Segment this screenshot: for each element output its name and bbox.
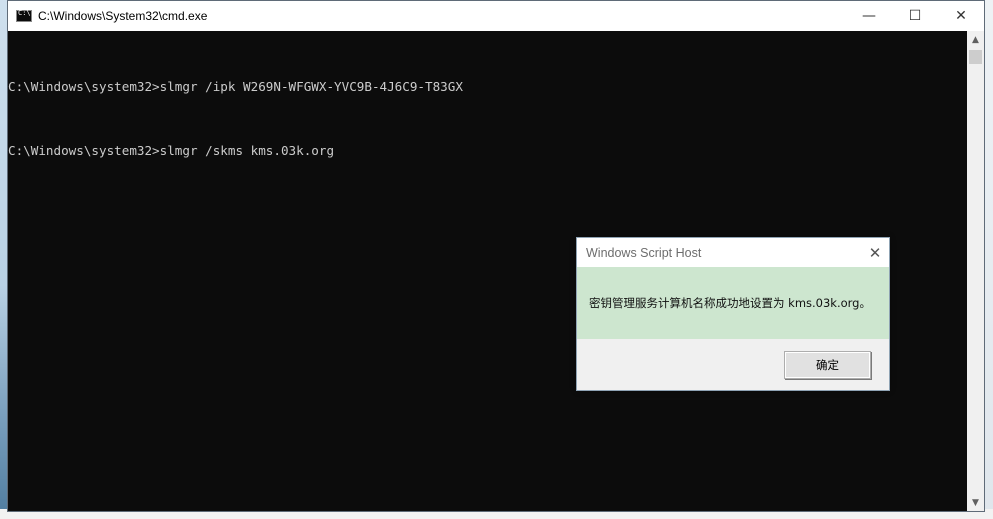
desktop-background-right <box>984 0 993 519</box>
dialog-title: Windows Script Host <box>586 245 702 260</box>
terminal-icon[interactable] <box>16 9 32 22</box>
dialog-message: 密钥管理服务计算机名称成功地设置为 kms.03k.org。 <box>589 296 871 310</box>
dialog-title-bar[interactable]: Windows Script Host ✕ <box>577 238 889 267</box>
window-title: C:\Windows\System32\cmd.exe <box>38 9 208 23</box>
script-host-dialog: Windows Script Host ✕ 密钥管理服务计算机名称成功地设置为 … <box>576 237 890 391</box>
chevron-down-icon[interactable]: ▼ <box>967 494 984 511</box>
scroll-thumb[interactable] <box>969 50 982 64</box>
ok-button[interactable]: 确定 <box>784 351 871 379</box>
close-button[interactable]: ✕ <box>938 1 984 31</box>
maximize-button[interactable]: ☐ <box>892 1 938 31</box>
chevron-up-icon[interactable]: ▲ <box>967 31 984 48</box>
dialog-message-area: 密钥管理服务计算机名称成功地设置为 kms.03k.org。 <box>577 267 889 339</box>
dialog-close-button[interactable]: ✕ <box>861 238 889 267</box>
minimize-button[interactable]: — <box>846 1 892 31</box>
console-line: C:\Windows\system32>slmgr /skms kms.03k.… <box>8 143 335 158</box>
vertical-scrollbar[interactable]: ▲ ▼ <box>967 31 984 511</box>
title-bar[interactable]: C:\Windows\System32\cmd.exe — ☐ ✕ <box>8 1 984 31</box>
console-line: C:\Windows\system32>slmgr /ipk W269N-WFG… <box>8 79 463 94</box>
